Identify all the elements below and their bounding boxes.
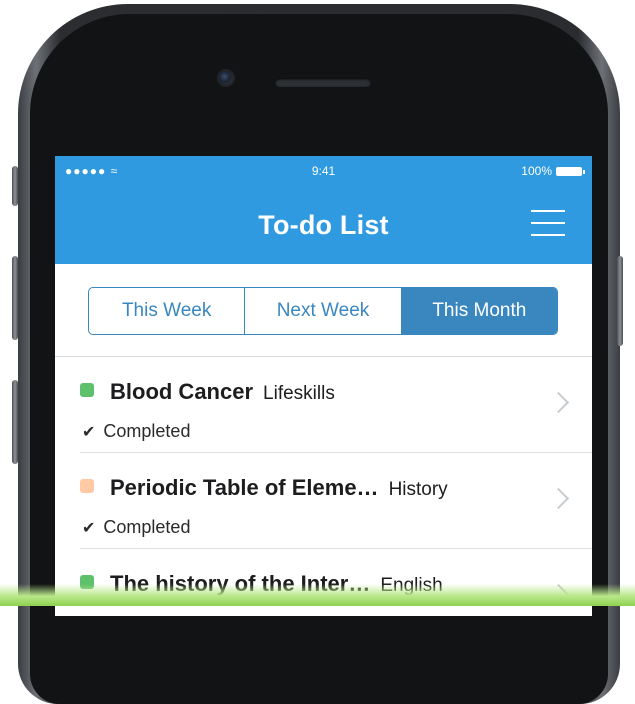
period-segmented-control: This Week Next Week This Month <box>88 287 558 335</box>
volume-down-button <box>12 380 18 464</box>
status-time: 9:41 <box>311 164 336 178</box>
status-bar: ●●●●● ≈ 9:41 100% <box>55 164 592 180</box>
page-title: To-do List <box>258 210 389 240</box>
bottom-glow <box>0 584 635 606</box>
item-subject: History <box>388 479 448 500</box>
list-item[interactable]: Periodic Table of Eleme… History ✔ Complet… <box>55 453 592 549</box>
tab-this-week[interactable]: This Week <box>89 288 246 334</box>
checkmark-icon: ✔ <box>82 519 96 537</box>
todo-list: Blood Cancer Lifeskills ✔ Completed Period… <box>55 357 592 616</box>
navigation-bar: ●●●●● ≈ 9:41 100% To-do List <box>55 156 592 264</box>
item-status: Completed <box>103 421 191 441</box>
battery-icon <box>556 166 585 176</box>
app-screen: ●●●●● ≈ 9:41 100% To-do List This Week N… <box>55 156 592 616</box>
category-color-dot <box>80 479 94 493</box>
item-status: Completed <box>103 517 191 537</box>
battery-indicator: 100% <box>521 164 585 178</box>
tab-this-month[interactable]: This Month <box>401 288 557 334</box>
checkmark-icon: ✔ <box>82 423 96 441</box>
chevron-right-icon <box>547 391 570 414</box>
hamburger-menu-icon[interactable] <box>531 208 565 238</box>
list-item[interactable]: Blood Cancer Lifeskills ✔ Completed <box>55 357 592 453</box>
chevron-right-icon <box>547 487 570 510</box>
tab-next-week[interactable]: Next Week <box>245 288 402 334</box>
item-title: Periodic Table of Eleme… <box>110 475 379 500</box>
category-color-dot <box>80 383 94 397</box>
filter-bar: This Week Next Week This Month <box>55 264 592 357</box>
item-subject: Lifeskills <box>263 383 335 404</box>
earpiece-speaker <box>275 78 371 87</box>
item-title: Blood Cancer <box>110 379 254 404</box>
volume-up-button <box>12 256 18 340</box>
front-camera <box>219 71 233 85</box>
power-button <box>617 256 623 346</box>
mute-switch <box>12 166 18 206</box>
battery-percent: 100% <box>521 164 552 178</box>
